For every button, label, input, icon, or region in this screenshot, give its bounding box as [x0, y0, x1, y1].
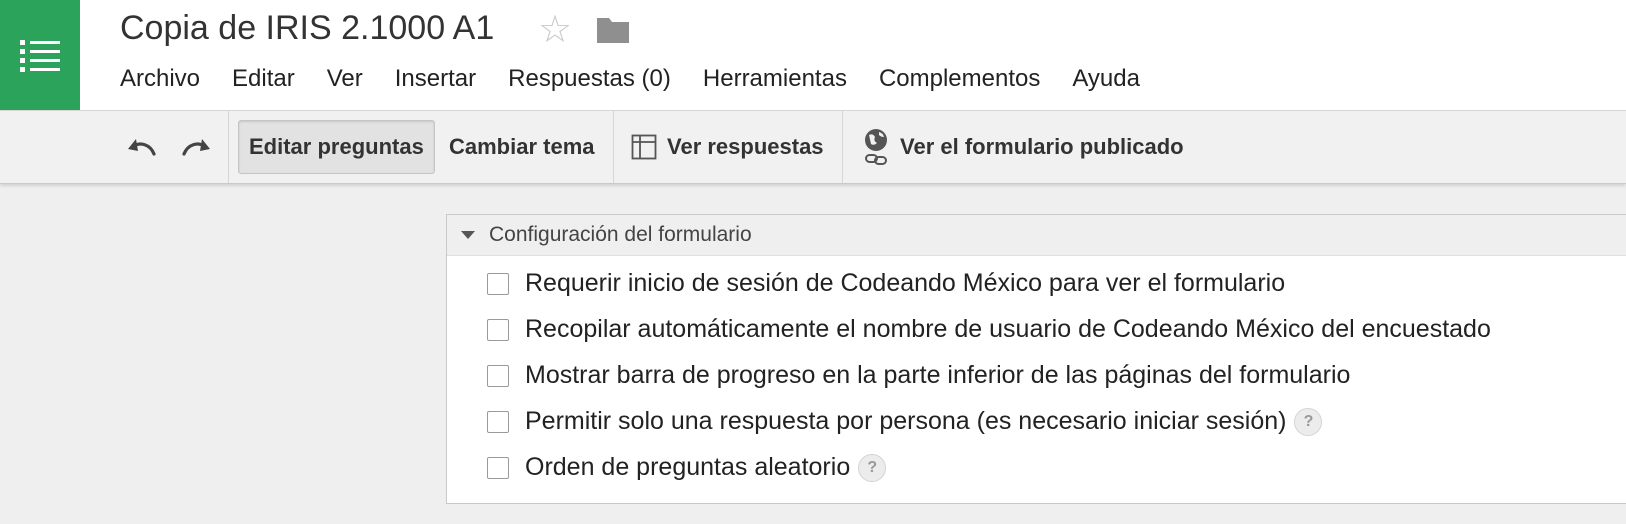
- edit-questions-button[interactable]: Editar preguntas: [238, 120, 435, 174]
- menu-respuestas[interactable]: Respuestas (0): [508, 62, 671, 96]
- shuffle-questions-checkbox[interactable]: [487, 456, 509, 479]
- toolbar-divider: [842, 111, 843, 183]
- change-theme-button[interactable]: Cambiar tema: [449, 111, 595, 183]
- require-login-checkbox[interactable]: [487, 272, 509, 295]
- view-published-form-button[interactable]: Ver el formulario publicado: [862, 111, 1184, 183]
- collapse-caret-icon[interactable]: [461, 231, 475, 239]
- header: Copia de IRIS 2.1000 A1 ☆ Archivo Editar…: [0, 0, 1626, 110]
- setting-shuffle-questions: Orden de preguntas aleatorio ?: [487, 453, 887, 482]
- redo-icon: [182, 139, 210, 156]
- globe-link-icon: [862, 127, 890, 167]
- menu-ver[interactable]: Ver: [327, 62, 363, 96]
- menu-bar: Archivo Editar Ver Insertar Respuestas (…: [120, 62, 1172, 96]
- menu-ayuda[interactable]: Ayuda: [1072, 62, 1140, 96]
- view-responses-label: Ver respuestas: [667, 134, 824, 159]
- menu-archivo[interactable]: Archivo: [120, 62, 200, 96]
- form-settings-panel: Configuración del formulario Requerir in…: [446, 214, 1626, 504]
- undo-button[interactable]: [122, 111, 162, 183]
- setting-progress-bar: Mostrar barra de progreso en la parte in…: [487, 361, 1350, 390]
- document-title[interactable]: Copia de IRIS 2.1000 A1: [120, 6, 494, 50]
- help-icon[interactable]: ?: [858, 453, 887, 482]
- view-responses-button[interactable]: Ver respuestas: [631, 111, 824, 183]
- folder-icon[interactable]: [596, 14, 630, 49]
- view-published-label: Ver el formulario publicado: [900, 134, 1184, 159]
- menu-insertar[interactable]: Insertar: [395, 62, 476, 96]
- forms-home-icon[interactable]: [0, 0, 80, 110]
- menu-herramientas[interactable]: Herramientas: [703, 62, 847, 96]
- form-settings-header[interactable]: Configuración del formulario: [447, 215, 1626, 256]
- toolbar-divider: [228, 111, 229, 183]
- setting-label: Mostrar barra de progreso en la parte in…: [525, 361, 1351, 389]
- toolbar: Editar preguntas Cambiar tema Ver respue…: [0, 110, 1626, 184]
- menu-editar[interactable]: Editar: [232, 62, 295, 96]
- setting-require-login: Requerir inicio de sesión de Codeando Mé…: [487, 269, 1285, 298]
- setting-one-response: Permitir solo una respuesta por persona …: [487, 407, 1323, 436]
- help-icon[interactable]: ?: [1294, 407, 1323, 436]
- table-icon: [631, 134, 657, 160]
- setting-label: Orden de preguntas aleatorio: [525, 453, 851, 481]
- setting-label: Recopilar automáticamente el nombre de u…: [525, 315, 1491, 343]
- form-settings-title: Configuración del formulario: [489, 223, 752, 246]
- setting-collect-username: Recopilar automáticamente el nombre de u…: [487, 315, 1491, 344]
- star-icon[interactable]: ☆: [538, 8, 572, 52]
- setting-label: Permitir solo una respuesta por persona …: [525, 407, 1287, 435]
- toolbar-divider: [613, 111, 614, 183]
- setting-label: Requerir inicio de sesión de Codeando Mé…: [525, 269, 1286, 297]
- progress-bar-checkbox[interactable]: [487, 364, 509, 387]
- redo-button[interactable]: [176, 111, 216, 183]
- undo-icon: [128, 139, 156, 156]
- one-response-checkbox[interactable]: [487, 410, 509, 433]
- menu-complementos[interactable]: Complementos: [879, 62, 1040, 96]
- collect-username-checkbox[interactable]: [487, 318, 509, 341]
